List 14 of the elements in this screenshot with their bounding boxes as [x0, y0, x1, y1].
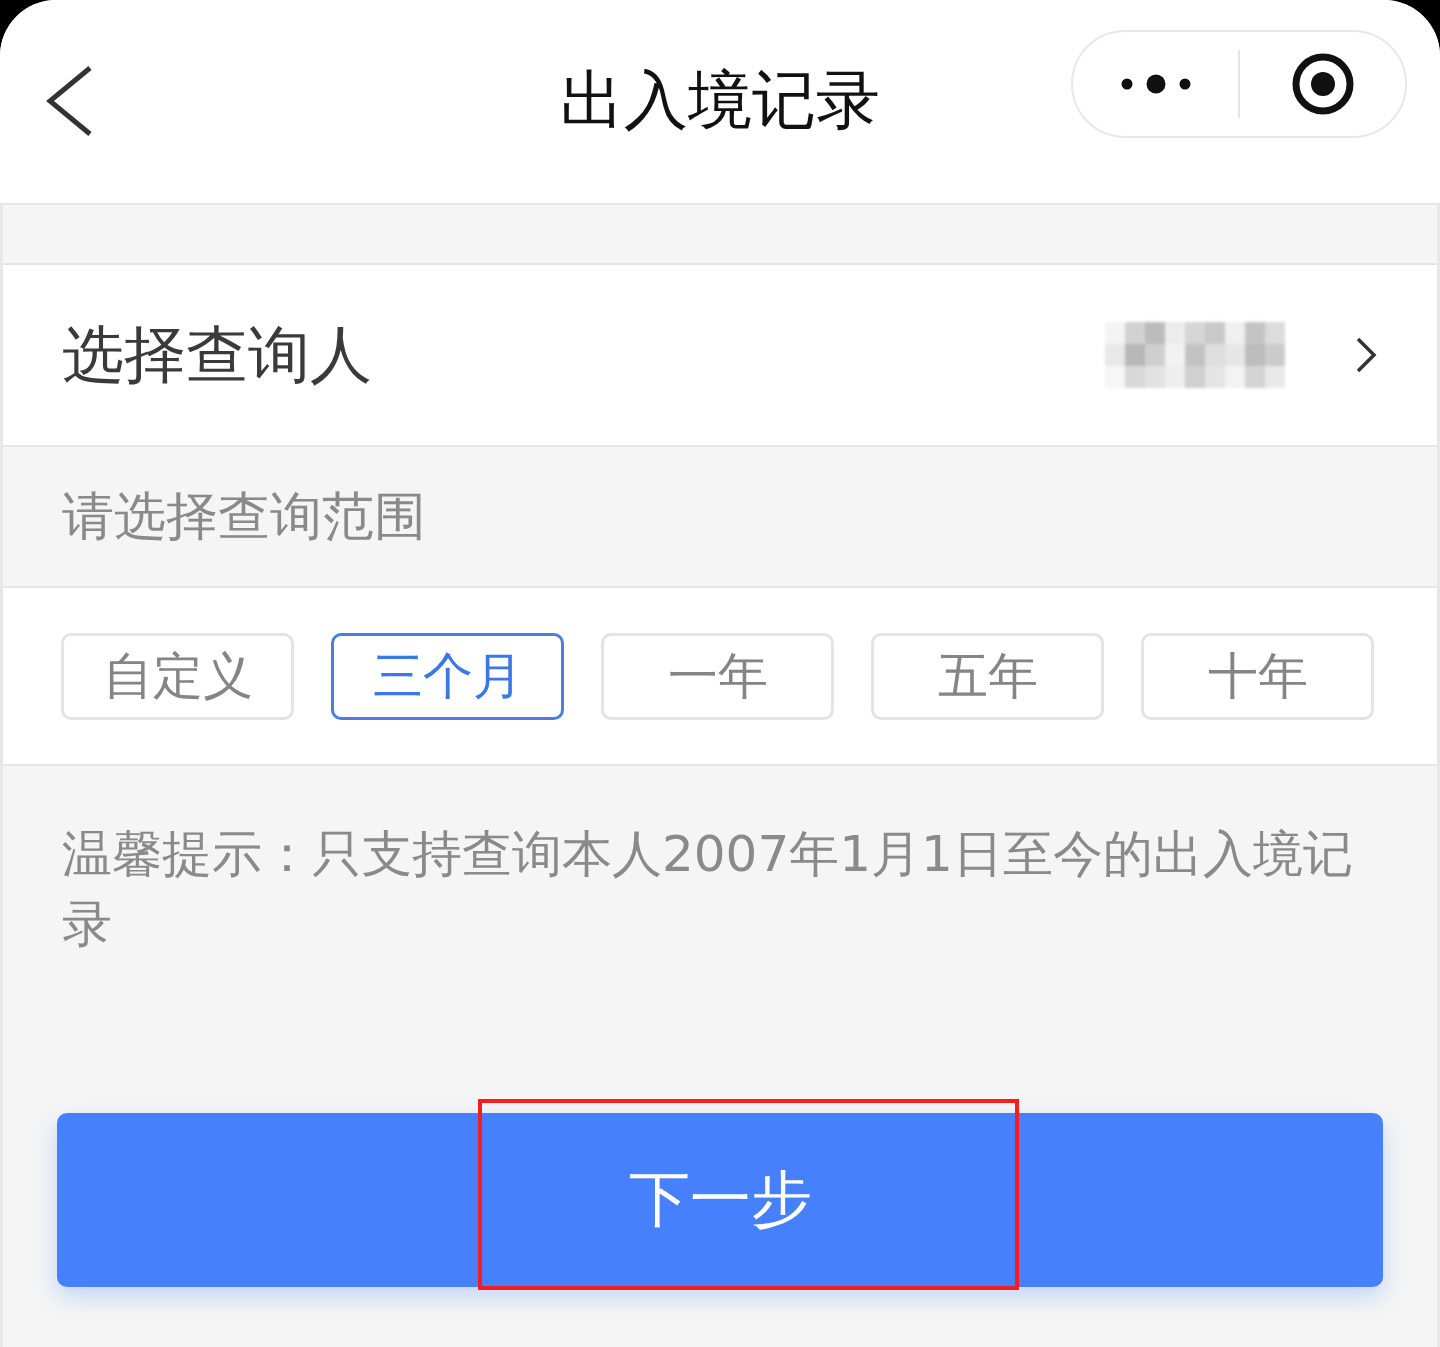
more-icon[interactable] [1120, 74, 1191, 94]
range-heading: 请选择查询范围 [62, 484, 426, 548]
back-icon[interactable] [45, 65, 93, 137]
range-option[interactable]: 三个月 [331, 632, 564, 720]
page-title: 出入境记录 [560, 62, 880, 138]
close-target-icon[interactable] [1291, 53, 1354, 115]
query-person-label[interactable]: 选择查询人 [62, 313, 372, 397]
chevron-right-icon[interactable] [1355, 336, 1377, 374]
tip-text: 温馨提示：只支持查询本人2007年1月1日至今的出入境记录 [62, 824, 1354, 955]
range-option[interactable]: 十年 [1141, 632, 1374, 720]
next-step-button[interactable]: 下一步 [57, 1113, 1383, 1287]
range-option[interactable]: 自定义 [61, 632, 294, 720]
range-option[interactable]: 五年 [871, 632, 1104, 720]
range-option[interactable]: 一年 [601, 632, 834, 720]
